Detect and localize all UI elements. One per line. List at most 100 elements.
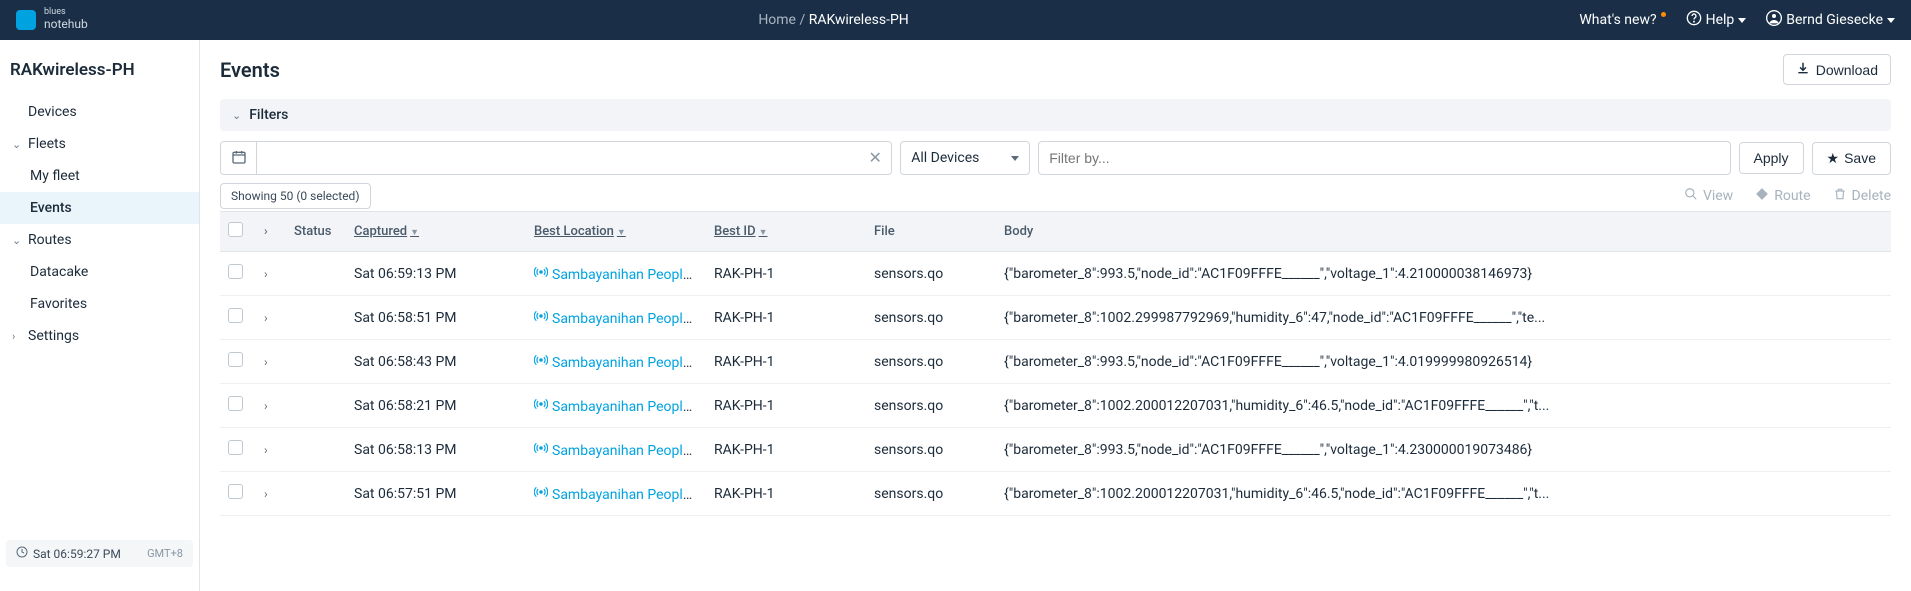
nav-datacake[interactable]: Datacake <box>0 256 199 288</box>
logo-icon <box>16 10 36 30</box>
user-name: Bernd Giesecke <box>1786 12 1883 28</box>
calendar-icon <box>231 149 247 168</box>
calendar-button[interactable] <box>221 142 257 174</box>
route-action[interactable]: Route <box>1755 187 1810 205</box>
cell-file: sensors.qo <box>866 384 996 428</box>
device-select-value: All Devices <box>911 150 979 166</box>
delete-action[interactable]: Delete <box>1833 187 1891 205</box>
filter-by-input[interactable] <box>1038 141 1730 175</box>
location-link[interactable]: Sambayanihan People's Vi <box>552 355 706 371</box>
help-circle-icon <box>1686 10 1702 30</box>
user-menu[interactable]: Bernd Giesecke <box>1766 10 1895 30</box>
location-tower-icon <box>534 441 548 459</box>
sort-icon: ▼ <box>759 228 768 238</box>
nav-settings[interactable]: ›Settings <box>0 320 199 352</box>
location-link[interactable]: Sambayanihan People's Vi <box>552 487 706 503</box>
cell-captured: Sat 06:58:21 PM <box>346 384 526 428</box>
view-action[interactable]: View <box>1684 187 1733 205</box>
download-label: Download <box>1816 62 1878 78</box>
row-checkbox[interactable] <box>228 396 243 411</box>
breadcrumb-current[interactable]: RAKwireless-PH <box>809 12 909 28</box>
table-row: ›Sat 06:58:13 PMSambayanihan People's Vi… <box>220 428 1891 472</box>
apply-button[interactable]: Apply <box>1739 142 1804 174</box>
cell-file: sensors.qo <box>866 340 996 384</box>
nav-fleets[interactable]: ⌄Fleets <box>0 128 199 160</box>
cell-captured: Sat 06:58:51 PM <box>346 296 526 340</box>
th-best-location[interactable]: Best Location▼ <box>526 212 706 252</box>
chevron-down-icon: ⌄ <box>232 109 241 122</box>
help-menu[interactable]: Help <box>1686 10 1747 30</box>
route-icon <box>1755 187 1769 205</box>
cell-status <box>286 252 346 296</box>
events-table: › Status Captured▼ Best Location▼ Best I… <box>220 211 1891 516</box>
date-input[interactable] <box>257 142 859 174</box>
cell-location: Sambayanihan People's Vi <box>526 252 706 296</box>
location-link[interactable]: Sambayanihan People's Vi <box>552 311 706 327</box>
expand-row-button[interactable]: › <box>264 399 268 413</box>
location-tower-icon <box>534 309 548 327</box>
nav-devices[interactable]: Devices <box>0 96 199 128</box>
th-captured[interactable]: Captured▼ <box>346 212 526 252</box>
chevron-right-icon: › <box>12 330 22 343</box>
cell-file: sensors.qo <box>866 296 996 340</box>
row-checkbox[interactable] <box>228 308 243 323</box>
row-checkbox[interactable] <box>228 352 243 367</box>
logo[interactable]: blues notehub <box>16 8 88 31</box>
cell-best-id: RAK-PH-1 <box>706 252 866 296</box>
select-all-checkbox[interactable] <box>228 222 243 237</box>
nav-events[interactable]: Events <box>0 192 199 224</box>
device-select[interactable]: All Devices <box>900 141 1030 175</box>
cell-status <box>286 340 346 384</box>
table-row: ›Sat 06:57:51 PMSambayanihan People's Vi… <box>220 472 1891 516</box>
nav-routes[interactable]: ⌄Routes <box>0 224 199 256</box>
chevron-down-icon <box>1738 18 1746 23</box>
expand-row-button[interactable]: › <box>264 355 268 369</box>
breadcrumb: Home / RAKwireless-PH <box>88 12 1580 28</box>
save-filter-button[interactable]: ★ Save <box>1812 142 1891 175</box>
cell-best-id: RAK-PH-1 <box>706 296 866 340</box>
whats-new-link[interactable]: What's new? <box>1579 12 1665 28</box>
sidebar: RAKwireless-PH Devices ⌄Fleets My fleet … <box>0 40 200 591</box>
expand-row-button[interactable]: › <box>264 267 268 281</box>
location-link[interactable]: Sambayanihan People's Vi <box>552 399 706 415</box>
selection-count: Showing 50 (0 selected) <box>220 183 371 209</box>
location-tower-icon <box>534 397 548 415</box>
cell-best-id: RAK-PH-1 <box>706 472 866 516</box>
topbar-right: What's new? Help Bernd Giesecke <box>1579 10 1895 30</box>
filters-toggle[interactable]: ⌄ Filters <box>220 99 1891 131</box>
chevron-down-icon: ⌄ <box>12 138 22 151</box>
clock-icon <box>16 546 28 561</box>
project-title: RAKwireless-PH <box>0 56 199 96</box>
chevron-right-icon[interactable]: › <box>264 224 268 238</box>
clear-date-button[interactable]: ✕ <box>859 142 891 174</box>
expand-row-button[interactable]: › <box>264 443 268 457</box>
th-checkbox <box>220 212 256 252</box>
row-checkbox[interactable] <box>228 264 243 279</box>
th-best-id[interactable]: Best ID▼ <box>706 212 866 252</box>
expand-row-button[interactable]: › <box>264 487 268 501</box>
nav-favorites[interactable]: Favorites <box>0 288 199 320</box>
cell-body: {"barometer_8":993.5,"node_id":"AC1F09FF… <box>996 428 1891 472</box>
cell-body: {"barometer_8":1002.200012207031,"humidi… <box>996 472 1891 516</box>
expand-row-button[interactable]: › <box>264 311 268 325</box>
cell-body: {"barometer_8":1002.200012207031,"humidi… <box>996 384 1891 428</box>
cell-body: {"barometer_8":1002.299987792969,"humidi… <box>996 296 1891 340</box>
cell-status <box>286 384 346 428</box>
nav-my-fleet[interactable]: My fleet <box>0 160 199 192</box>
row-checkbox[interactable] <box>228 440 243 455</box>
download-button[interactable]: Download <box>1783 54 1891 85</box>
table-row: › Sat 06:58:51 PM Sambayanihan People's Vi… <box>220 296 1891 340</box>
cell-location: Sambayanihan People's Vi <box>526 384 706 428</box>
breadcrumb-home[interactable]: Home <box>758 12 796 28</box>
location-link[interactable]: Sambayanihan People's Vi <box>552 443 706 459</box>
row-checkbox[interactable] <box>228 484 243 499</box>
date-range-group: ✕ <box>220 141 892 175</box>
cell-best-id: RAK-PH-1 <box>706 428 866 472</box>
cell-location: Sambayanihan People's Vi <box>526 296 706 340</box>
main: Events Download ⌄ Filters ✕ <box>200 40 1911 591</box>
tz-offset: GMT+8 <box>147 547 183 560</box>
location-link[interactable]: Sambayanihan People's Vi <box>552 267 706 283</box>
sort-icon: ▼ <box>617 228 626 238</box>
download-icon <box>1796 61 1810 78</box>
cell-file: sensors.qo <box>866 252 996 296</box>
